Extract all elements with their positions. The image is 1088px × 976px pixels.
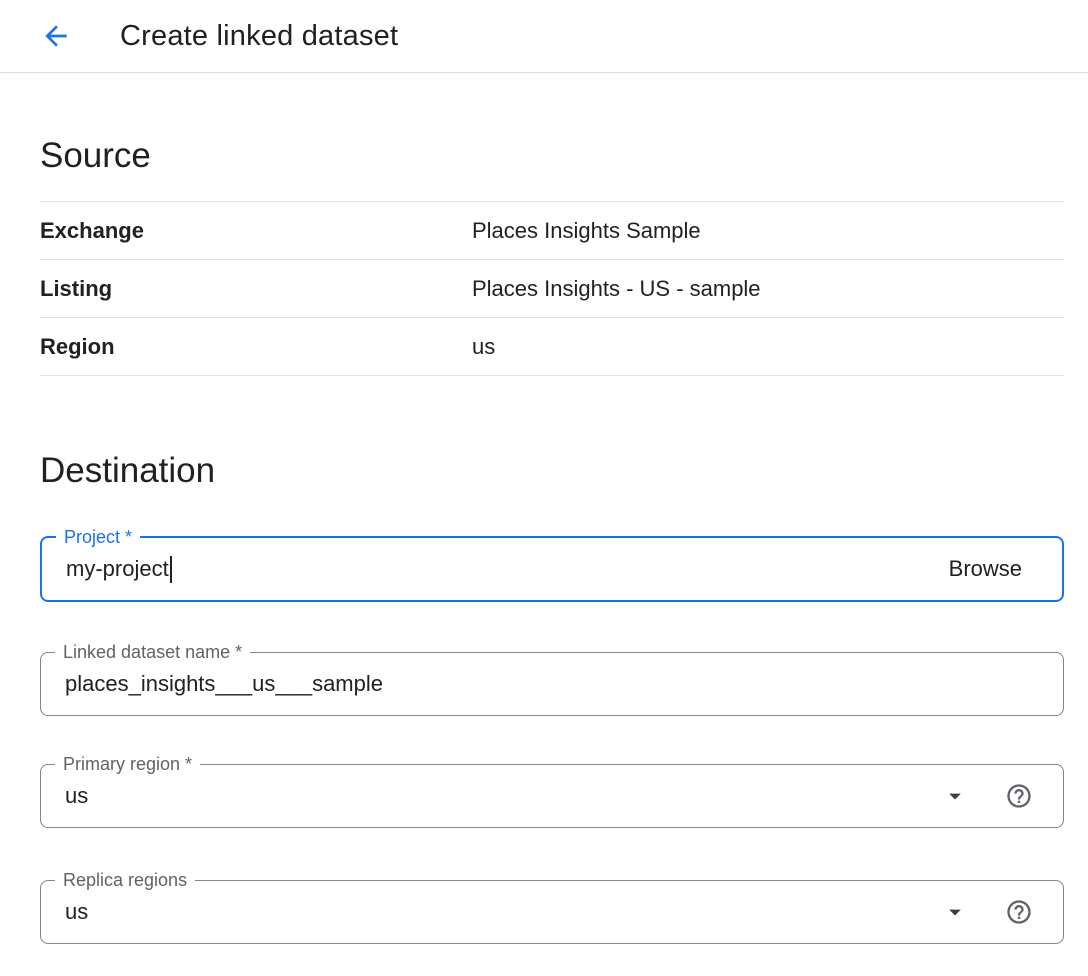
listing-value: Places Insights - US - sample [472,276,761,302]
dataset-name-field-label: Linked dataset name * [55,641,250,663]
dropdown-arrow-icon [941,782,969,810]
page-title: Create linked dataset [120,20,398,53]
primary-region-field-label: Primary region * [55,753,200,775]
source-rows: Exchange Places Insights Sample Listing … [40,201,1064,376]
source-heading: Source [40,135,1064,201]
region-value: us [472,334,495,360]
source-row-exchange: Exchange Places Insights Sample [40,202,1064,260]
replica-regions-field-value: us [65,899,88,925]
dataset-name-field-value: places_insights___us___sample [65,671,383,697]
replica-regions-field-label: Replica regions [55,869,195,891]
arrow-back-icon [40,20,72,52]
region-label: Region [40,334,472,360]
main-content: Source Exchange Places Insights Sample L… [0,135,1088,944]
replica-regions-help-button[interactable] [1003,896,1035,928]
header: Create linked dataset [0,0,1088,73]
help-icon [1005,898,1033,926]
exchange-label: Exchange [40,218,472,244]
primary-region-help-button[interactable] [1003,780,1035,812]
project-field-label: Project * [56,526,140,548]
primary-region-field-value: us [65,783,88,809]
linked-dataset-name-input[interactable]: Linked dataset name * places_insights___… [40,652,1064,716]
text-cursor [170,556,172,583]
primary-region-dropdown[interactable]: Primary region * us [40,764,1064,828]
project-input[interactable]: Project * my-project Browse [40,536,1064,602]
project-field-value: my-project [66,556,169,582]
destination-heading: Destination [40,450,1064,492]
back-button[interactable] [36,16,76,56]
replica-regions-dropdown[interactable]: Replica regions us [40,880,1064,944]
listing-label: Listing [40,276,472,302]
help-icon [1005,782,1033,810]
dropdown-arrow-icon [941,898,969,926]
source-row-region: Region us [40,318,1064,376]
source-row-listing: Listing Places Insights - US - sample [40,260,1064,318]
exchange-value: Places Insights Sample [472,218,701,244]
browse-button[interactable]: Browse [949,556,1022,582]
